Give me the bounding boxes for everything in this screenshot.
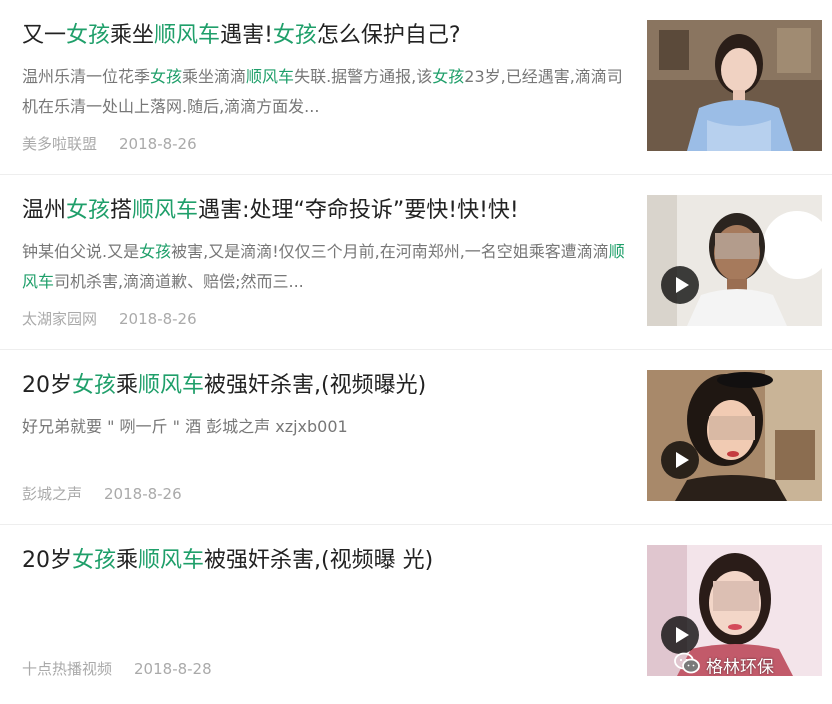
highlight-keyword: 顺风车 <box>138 548 205 573</box>
result-source: 美多啦联盟 <box>22 135 98 153</box>
play-button[interactable] <box>661 616 699 654</box>
search-result: 又一女孩乘坐顺风车遇害!女孩怎么保护自己? 温州乐清一位花季女孩乘坐滴滴顺风车失… <box>0 0 832 175</box>
result-thumbnail[interactable] <box>647 370 822 501</box>
text-segment: 乘坐 <box>110 23 155 48</box>
text-segment: 遇害:处理“夺命投诉”要快!快!快! <box>198 198 519 223</box>
result-thumbnail[interactable] <box>647 195 822 326</box>
highlight-keyword: 女孩 <box>72 548 117 573</box>
result-date: 2018-8-28 <box>134 660 212 678</box>
result-date: 2018-8-26 <box>119 310 197 328</box>
text-segment: 搭 <box>110 198 133 223</box>
highlight-keyword: 女孩 <box>272 23 317 48</box>
highlight-keyword: 女孩 <box>72 373 117 398</box>
result-source: 彭城之声 <box>22 485 83 503</box>
highlight-keyword: 女孩 <box>139 242 172 261</box>
text-segment: 乘 <box>116 548 139 573</box>
text-segment: 被害,又是滴滴!仅仅三个月前,在河南郑州,一名空姐乘客遭滴滴 <box>171 242 609 261</box>
play-button[interactable] <box>661 441 699 479</box>
text-segment: 20岁 <box>22 548 72 573</box>
search-result: 温州女孩搭顺风车遇害:处理“夺命投诉”要快!快!快! 钟某伯父说.又是女孩被害,… <box>0 175 832 350</box>
highlight-keyword: 女孩 <box>66 198 111 223</box>
highlight-keyword: 女孩 <box>150 67 183 86</box>
result-meta: 十点热播视频 2018-8-28 <box>22 657 212 681</box>
result-title[interactable]: 温州女孩搭顺风车遇害:处理“夺命投诉”要快!快!快! <box>22 195 519 227</box>
play-button[interactable] <box>661 266 699 304</box>
result-thumbnail[interactable] <box>647 20 822 151</box>
result-date: 2018-8-26 <box>119 135 197 153</box>
text-segment: 钟某伯父说.又是 <box>22 242 140 261</box>
play-icon <box>676 627 689 643</box>
thumbnail-image <box>647 370 822 501</box>
result-title[interactable]: 又一女孩乘坐顺风车遇害!女孩怎么保护自己? <box>22 20 461 52</box>
result-meta: 美多啦联盟 2018-8-26 <box>22 132 197 156</box>
result-meta: 彭城之声 2018-8-26 <box>22 482 182 506</box>
highlight-keyword: 女孩 <box>66 23 111 48</box>
watermark-text: 格林环保 <box>706 657 774 678</box>
text-segment: 遇害! <box>220 23 273 48</box>
play-icon <box>676 452 689 468</box>
result-source: 太湖家园网 <box>22 310 98 328</box>
watermark: 格林环保 <box>674 652 774 683</box>
text-segment: 好兄弟就要 " 咧一斤 " 酒 彭城之声 xzjxb001 <box>22 417 348 436</box>
text-segment: 20岁 <box>22 373 72 398</box>
result-snippet: 钟某伯父说.又是女孩被害,又是滴滴!仅仅三个月前,在河南郑州,一名空姐乘客遭滴滴… <box>22 237 632 297</box>
result-snippet: 温州乐清一位花季女孩乘坐滴滴顺风车失联.据警方通报,该女孩23岁,已经遇害,滴滴… <box>22 62 632 122</box>
text-segment: 温州 <box>22 198 67 223</box>
highlight-keyword: 顺风车 <box>138 373 205 398</box>
text-segment: 被强奸杀害,(视频曝 光) <box>204 548 434 573</box>
result-snippet: 好兄弟就要 " 咧一斤 " 酒 彭城之声 xzjxb001 <box>22 412 632 442</box>
result-meta: 太湖家园网 2018-8-26 <box>22 307 197 331</box>
search-result: 20岁女孩乘顺风车被强奸杀害,(视频曝光) 好兄弟就要 " 咧一斤 " 酒 彭城… <box>0 350 832 525</box>
text-segment: 司机杀害,滴滴道歉、赔偿;然而三... <box>54 272 304 291</box>
thumbnail-image <box>647 195 822 326</box>
text-segment: 怎么保护自己? <box>316 23 461 48</box>
text-segment: 乘 <box>116 373 139 398</box>
text-segment: 温州乐清一位花季 <box>22 67 151 86</box>
result-title[interactable]: 20岁女孩乘顺风车被强奸杀害,(视频曝光) <box>22 370 426 402</box>
highlight-keyword: 顺风车 <box>154 23 221 48</box>
wechat-icon <box>674 652 700 683</box>
text-segment: 失联.据警方通报,该 <box>294 67 433 86</box>
play-icon <box>676 277 689 293</box>
highlight-keyword: 顺风车 <box>132 198 199 223</box>
result-title[interactable]: 20岁女孩乘顺风车被强奸杀害,(视频曝 光) <box>22 545 433 577</box>
result-date: 2018-8-26 <box>104 485 182 503</box>
result-source: 十点热播视频 <box>22 660 113 678</box>
text-segment: 被强奸杀害,(视频曝光) <box>204 373 427 398</box>
thumbnail-image <box>647 20 822 151</box>
highlight-keyword: 女孩 <box>432 67 465 86</box>
highlight-keyword: 顺风车 <box>246 67 295 86</box>
text-segment: 又一 <box>22 23 67 48</box>
text-segment: 乘坐滴滴 <box>182 67 247 86</box>
